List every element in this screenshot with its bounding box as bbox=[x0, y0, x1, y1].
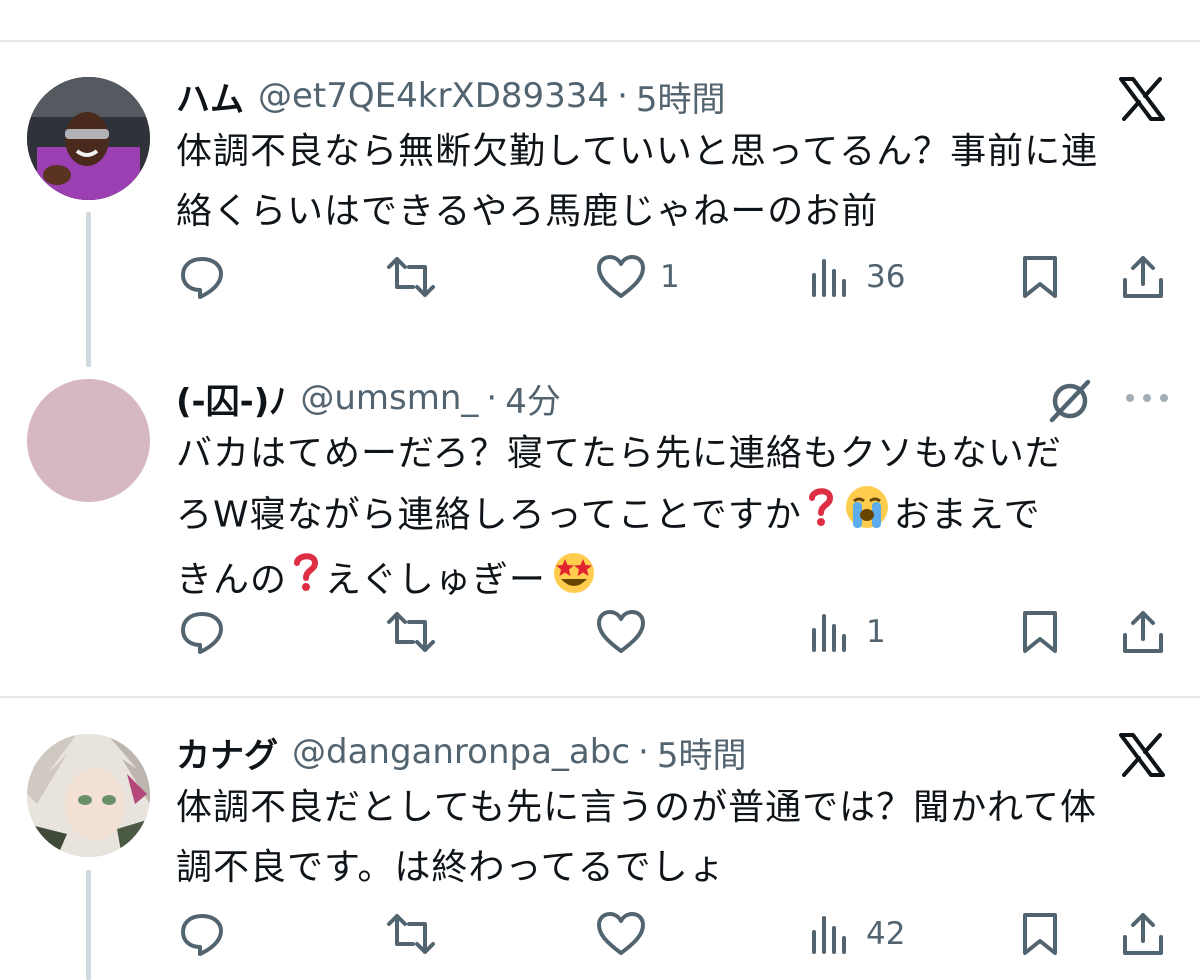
retweet-icon bbox=[385, 253, 437, 301]
more-horizontal-icon[interactable] bbox=[1124, 390, 1170, 410]
author-name[interactable]: (-囚-)ﾉ bbox=[176, 374, 286, 423]
views-count: 42 bbox=[866, 916, 906, 952]
timestamp[interactable]: 5時間 bbox=[636, 72, 726, 121]
tweet-text-line: 調不良です。は終わってるでしょ bbox=[176, 847, 726, 888]
tweet-text-line: 体調不良だとしても先に言うのが普通では？聞かれて体 bbox=[176, 787, 1098, 828]
tweet-text-segment: きんの bbox=[176, 559, 288, 601]
grok-icon[interactable] bbox=[1046, 376, 1094, 428]
share-icon bbox=[1120, 254, 1166, 300]
author-handle[interactable]: @et7QE4krXD89334 bbox=[258, 76, 609, 116]
views-count: 1 bbox=[866, 614, 886, 650]
reply-icon bbox=[178, 253, 226, 301]
reply-button[interactable] bbox=[178, 252, 226, 302]
views-icon bbox=[808, 610, 852, 654]
reply-button[interactable] bbox=[178, 909, 226, 959]
views-button[interactable]: 1 bbox=[808, 607, 886, 657]
author-name[interactable]: カナグ bbox=[176, 728, 278, 777]
tweet-text-line: バカはてめーだろ？寝てたら先に連絡もクソもないだ bbox=[176, 433, 1062, 474]
author-name[interactable]: ハム bbox=[176, 72, 244, 121]
bookmark-icon bbox=[1020, 254, 1060, 300]
views-icon bbox=[808, 255, 852, 299]
action-bar: 1 bbox=[0, 607, 1200, 657]
views-button[interactable]: 42 bbox=[808, 909, 905, 959]
retweet-icon bbox=[385, 608, 437, 656]
share-button[interactable] bbox=[1120, 607, 1166, 657]
heart-icon bbox=[596, 911, 646, 957]
tweet-divider bbox=[0, 696, 1200, 698]
tweet-text-line: きんの えぐしゅぎー bbox=[176, 549, 1166, 614]
tweet-text-segment: えぐしゅぎー bbox=[325, 559, 546, 601]
bookmark-icon bbox=[1020, 609, 1060, 655]
retweet-button[interactable] bbox=[385, 909, 437, 959]
star-struck-face-icon bbox=[550, 549, 598, 614]
tweet-text-segment: おまえで bbox=[893, 494, 1041, 536]
x-logo-icon bbox=[1118, 77, 1166, 125]
share-icon bbox=[1120, 609, 1166, 655]
views-icon bbox=[808, 912, 852, 956]
top-divider bbox=[0, 40, 1200, 42]
bookmark-button[interactable] bbox=[1020, 252, 1060, 302]
retweet-button[interactable] bbox=[385, 607, 437, 657]
red-question-mark-icon bbox=[806, 486, 836, 547]
like-button[interactable]: 1 bbox=[596, 252, 680, 302]
like-button[interactable] bbox=[596, 607, 646, 657]
loudly-crying-face-icon bbox=[844, 484, 890, 549]
tweet-text: バカはてめーだろ？寝てたら先に連絡もクソもないだ ろW寝ながら連絡しろってことで… bbox=[176, 424, 1166, 614]
tweet-text-line: 絡くらいはできるやろ馬鹿じゃねーのお前 bbox=[176, 191, 879, 232]
heart-icon bbox=[596, 254, 646, 300]
timestamp[interactable]: 5時間 bbox=[657, 728, 747, 777]
retweet-icon bbox=[385, 910, 437, 958]
bookmark-button[interactable] bbox=[1020, 909, 1060, 959]
red-question-mark-icon bbox=[291, 551, 321, 612]
reply-icon bbox=[178, 608, 226, 656]
separator-dot: · bbox=[486, 378, 498, 418]
tweet-text-line: 体調不良なら無断欠勤していいと思ってるん？事前に連 bbox=[176, 131, 1099, 172]
separator-dot: · bbox=[638, 732, 649, 772]
bookmark-button[interactable] bbox=[1020, 607, 1060, 657]
share-button[interactable] bbox=[1120, 909, 1166, 959]
author-handle[interactable]: @danganronpa_abc bbox=[292, 732, 630, 772]
action-bar: 42 bbox=[0, 909, 1200, 959]
avatar[interactable] bbox=[27, 77, 150, 200]
tweet-header: (-囚-)ﾉ @umsmn_ · 4分 bbox=[176, 378, 561, 422]
separator-dot: · bbox=[617, 76, 628, 116]
views-button[interactable]: 36 bbox=[808, 252, 905, 302]
tweet-header: ハム @et7QE4krXD89334 · 5時間 bbox=[176, 76, 726, 120]
like-button[interactable] bbox=[596, 909, 646, 959]
share-button[interactable] bbox=[1120, 252, 1166, 302]
tweet-header: カナグ @danganronpa_abc · 5時間 bbox=[176, 732, 747, 776]
reply-icon bbox=[178, 910, 226, 958]
tweet-text: 体調不良だとしても先に言うのが普通では？聞かれて体 調不良です。は終わってるでし… bbox=[176, 778, 1166, 898]
tweet-text-segment: ろW寝ながら連絡しろってことですか bbox=[176, 494, 802, 536]
timestamp[interactable]: 4分 bbox=[505, 374, 561, 423]
avatar[interactable] bbox=[27, 734, 150, 857]
author-handle[interactable]: @umsmn_ bbox=[300, 378, 478, 418]
retweet-button[interactable] bbox=[385, 252, 437, 302]
like-count: 1 bbox=[660, 259, 680, 295]
avatar-image bbox=[27, 734, 150, 857]
reply-button[interactable] bbox=[178, 607, 226, 657]
avatar[interactable] bbox=[27, 379, 150, 502]
tweet-text-line: ろW寝ながら連絡しろってことですか おまえで bbox=[176, 484, 1166, 549]
avatar-image bbox=[27, 77, 150, 200]
heart-icon bbox=[596, 609, 646, 655]
action-bar: 1 36 bbox=[0, 252, 1200, 302]
share-icon bbox=[1120, 911, 1166, 957]
tweet-text: 体調不良なら無断欠勤していいと思ってるん？事前に連 絡くらいはできるやろ馬鹿じゃ… bbox=[176, 122, 1166, 242]
bookmark-icon bbox=[1020, 911, 1060, 957]
views-count: 36 bbox=[866, 259, 906, 295]
x-logo-icon bbox=[1118, 733, 1166, 781]
